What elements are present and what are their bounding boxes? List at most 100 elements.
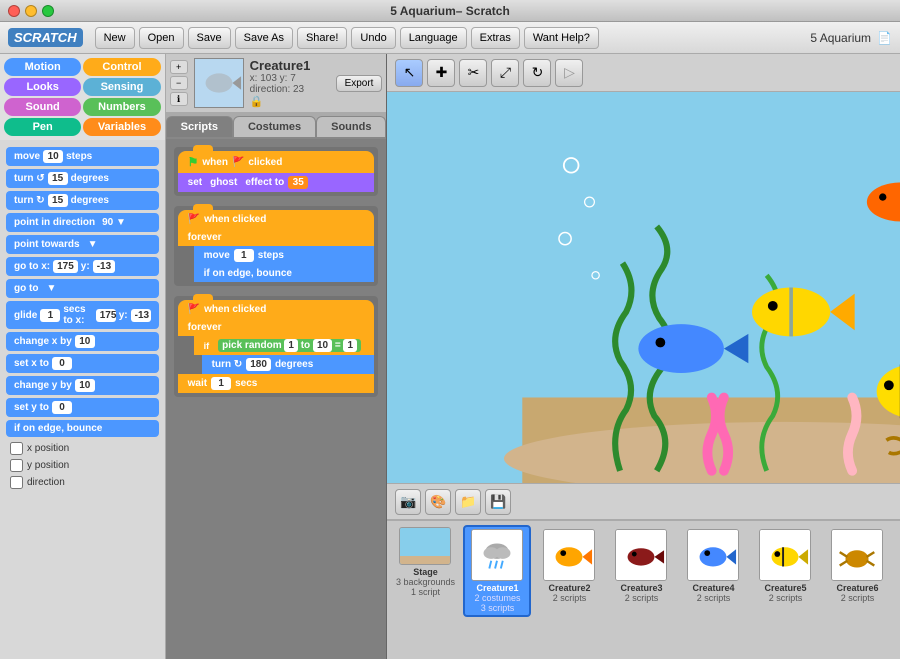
sprite-creature7[interactable]: Creature7 2 scripts <box>895 525 900 607</box>
save-tool[interactable]: 💾 <box>485 489 511 515</box>
save-button[interactable]: Save <box>188 27 231 49</box>
close-button[interactable] <box>8 5 20 17</box>
cursor-tool[interactable]: ↖ <box>395 59 423 87</box>
block-point-towards[interactable]: point towards ▼ <box>6 235 159 254</box>
block-goto[interactable]: go to ▼ <box>6 279 159 298</box>
help-button[interactable]: Want Help? <box>524 27 599 49</box>
block-turn-right[interactable]: turn ↻ 15 degrees <box>6 191 159 210</box>
window-controls[interactable] <box>8 5 54 17</box>
cat-sensing[interactable]: Sensing <box>83 78 160 96</box>
block-set-y[interactable]: set y to 0 <box>6 398 159 417</box>
wait-block[interactable]: wait 1 secs <box>178 374 375 393</box>
creature3-sublabel: 2 scripts <box>625 593 659 603</box>
tab-scripts[interactable]: Scripts <box>166 116 233 137</box>
stage-area[interactable] <box>387 92 900 483</box>
undo-button[interactable]: Undo <box>351 27 395 49</box>
forever-block-1[interactable]: forever <box>178 229 375 246</box>
creature3-thumb <box>615 529 667 581</box>
block-x-position[interactable]: x position <box>6 440 159 457</box>
creature5-sublabel: 2 scripts <box>769 593 803 603</box>
creature1-label: Creature1 <box>476 583 518 593</box>
category-grid: Motion Control Looks Sensing Sound Numbe… <box>0 54 165 140</box>
block-goto-xy[interactable]: go to x: 175 y: -13 <box>6 257 159 276</box>
maximize-button[interactable] <box>42 5 54 17</box>
hat-block-1[interactable]: ⚑ when 🚩 clicked <box>178 151 375 173</box>
sprite-thumbnail <box>194 58 244 108</box>
cat-sound[interactable]: Sound <box>4 98 81 116</box>
sprite-creature4[interactable]: Creature4 2 scripts <box>679 525 747 607</box>
cat-numbers[interactable]: Numbers <box>83 98 160 116</box>
block-list: move 10 steps turn ↺ 15 degrees turn ↻ 1… <box>0 140 165 659</box>
sprite-name: Creature1 <box>250 58 330 73</box>
creature1-thumb <box>471 529 523 581</box>
stage-label: Stage <box>413 567 438 577</box>
creature5-thumb <box>759 529 811 581</box>
block-y-position[interactable]: y position <box>6 457 159 474</box>
block-glide[interactable]: glide 1 secs to x: 175 y: -13 <box>6 301 159 329</box>
new-button[interactable]: New <box>95 27 135 49</box>
script-3: 🚩 when clicked forever if pick random 1 … <box>174 296 379 397</box>
cat-control[interactable]: Control <box>83 58 160 76</box>
block-direction[interactable]: direction <box>6 474 159 491</box>
block-point-direction[interactable]: point in direction 90 ▼ <box>6 213 159 232</box>
sprite-grow-btn[interactable]: + <box>170 60 188 74</box>
creature6-thumb <box>831 529 883 581</box>
creature4-thumb <box>687 529 739 581</box>
sprite-shrink-btn[interactable]: − <box>170 76 188 90</box>
stamp-tool[interactable]: ▷ <box>555 59 583 87</box>
scripts-area[interactable]: ⚑ when 🚩 clicked set ghost effect to 35 … <box>166 139 387 659</box>
rotate-tool[interactable]: ↻ <box>523 59 551 87</box>
project-name: 5 Aquarium <box>810 31 871 45</box>
minimize-button[interactable] <box>25 5 37 17</box>
if-block[interactable]: if pick random 1 to 10 = 1 <box>194 336 375 355</box>
block-change-x[interactable]: change x by 10 <box>6 332 159 351</box>
language-button[interactable]: Language <box>400 27 467 49</box>
creature6-sublabel: 2 scripts <box>841 593 875 603</box>
cat-motion[interactable]: Motion <box>4 58 81 76</box>
sprite-creature2[interactable]: Creature2 2 scripts <box>535 525 603 607</box>
tab-costumes[interactable]: Costumes <box>233 116 316 137</box>
cat-variables[interactable]: Variables <box>83 118 160 136</box>
window-title: 5 Aquarium– Scratch <box>390 4 510 18</box>
folder-tool[interactable]: 📁 <box>455 489 481 515</box>
script-2: 🚩 when clicked forever move 1 steps if o… <box>174 206 379 286</box>
turn-block[interactable]: turn ↻ 180 degrees <box>202 355 375 374</box>
block-edge-bounce[interactable]: if on edge, bounce <box>6 420 159 437</box>
sprite-creature5[interactable]: Creature5 2 scripts <box>751 525 819 607</box>
sprite-creature3[interactable]: Creature3 2 scripts <box>607 525 675 607</box>
creature6-label: Creature6 <box>836 583 878 593</box>
stage-cell[interactable]: Stage 3 backgrounds1 script <box>391 525 459 599</box>
cat-pen[interactable]: Pen <box>4 118 81 136</box>
sprite-info-btn[interactable]: ℹ <box>170 92 188 106</box>
move-block[interactable]: move 1 steps <box>194 246 375 265</box>
screenshot-tool[interactable]: 📷 <box>395 489 421 515</box>
crosshair-tool[interactable]: ✂ <box>459 59 487 87</box>
set-ghost-block[interactable]: set ghost effect to 35 <box>178 173 375 192</box>
open-button[interactable]: Open <box>139 27 184 49</box>
save-as-button[interactable]: Save As <box>235 27 293 49</box>
cat-looks[interactable]: Looks <box>4 78 81 96</box>
sprite-creature6[interactable]: Creature6 2 scripts <box>823 525 891 607</box>
sprite-creature1[interactable]: Creature1 2 costumes3 scripts <box>463 525 531 617</box>
expand-tool[interactable]: ⤢ <box>491 59 519 87</box>
tab-sounds[interactable]: Sounds <box>316 116 386 137</box>
block-change-y[interactable]: change y by 10 <box>6 376 159 395</box>
page-icon: 📄 <box>877 31 892 45</box>
main-layout: Motion Control Looks Sensing Sound Numbe… <box>0 54 900 659</box>
bounce-block[interactable]: if on edge, bounce <box>194 265 375 282</box>
paint-tool[interactable]: 🎨 <box>425 489 451 515</box>
script-1: ⚑ when 🚩 clicked set ghost effect to 35 <box>174 147 379 196</box>
block-move[interactable]: move 10 steps <box>6 147 159 166</box>
hat-block-3[interactable]: 🚩 when clicked <box>178 300 375 319</box>
block-turn-left[interactable]: turn ↺ 15 degrees <box>6 169 159 188</box>
hat-block-2[interactable]: 🚩 when clicked <box>178 210 375 229</box>
export-button[interactable]: Export <box>336 75 383 92</box>
stage-toolbar: ↖ ✚ ✂ ⤢ ↻ ▷ ▶ ⬛ <box>387 54 900 92</box>
extras-button[interactable]: Extras <box>471 27 520 49</box>
share-button[interactable]: Share! <box>297 27 347 49</box>
creature5-label: Creature5 <box>764 583 806 593</box>
green-flag-2-icon: 🚩 <box>188 214 200 225</box>
block-set-x[interactable]: set x to 0 <box>6 354 159 373</box>
add-tool[interactable]: ✚ <box>427 59 455 87</box>
forever-block-2[interactable]: forever <box>178 319 375 336</box>
